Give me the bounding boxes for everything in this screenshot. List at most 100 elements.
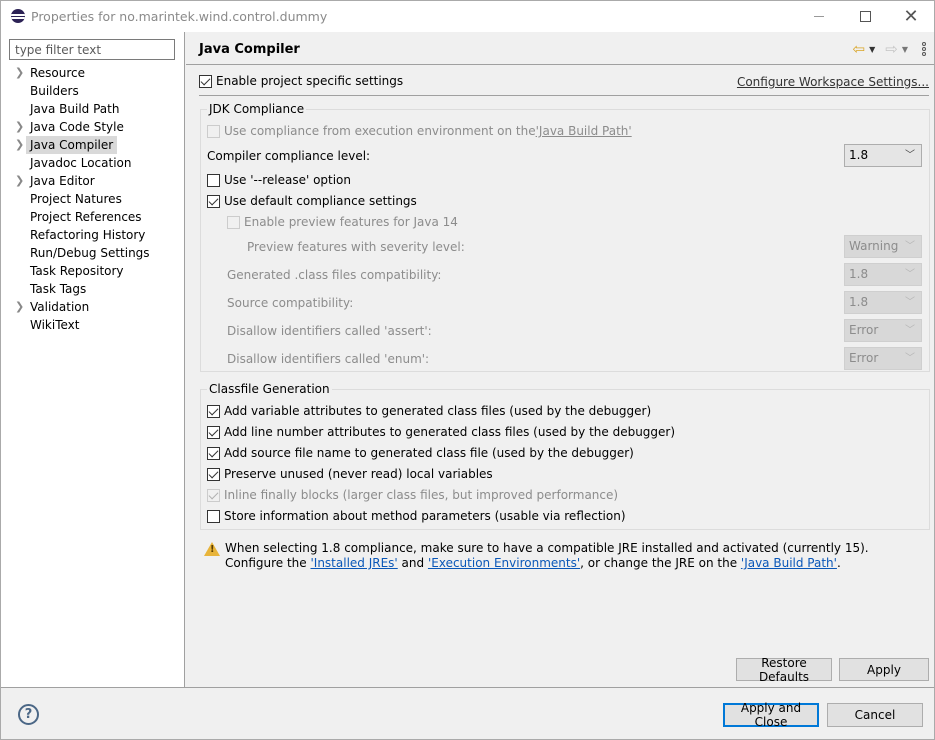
filter-input[interactable] <box>9 39 175 60</box>
chevron-down-icon: ﹀ <box>905 150 915 161</box>
help-icon[interactable]: ? <box>18 704 39 725</box>
back-arrow-icon[interactable]: ⇦ <box>853 41 866 57</box>
classfile-option-method-parameters[interactable]: Store information about method parameter… <box>207 509 626 523</box>
tree-item-label: Builders <box>30 84 79 98</box>
chevron-right-icon[interactable]: ❯ <box>15 298 25 316</box>
checkbox-label: Preserve unused (never read) local varia… <box>224 467 493 481</box>
checkbox-icon[interactable] <box>207 467 220 481</box>
compliance-level-select[interactable]: 1.8 ﹀ <box>844 144 922 167</box>
warning-icon-mark: ! <box>210 544 215 555</box>
source-compat-select[interactable]: 1.8 ﹀ <box>844 291 922 314</box>
tree-item-label: Task Tags <box>30 282 87 296</box>
checkbox-label: Add line number attributes to generated … <box>224 425 676 439</box>
classfile-option-preserve-unused[interactable]: Preserve unused (never read) local varia… <box>207 467 493 481</box>
tree-item-java-editor[interactable]: ❯ Java Editor <box>1 172 185 190</box>
tree-item-task-tags[interactable]: Task Tags <box>1 280 185 298</box>
configure-workspace-settings-link[interactable]: Configure Workspace Settings... <box>737 75 929 89</box>
tree-item-project-references[interactable]: Project References <box>1 208 185 226</box>
chevron-down-icon: ﹀ <box>905 241 915 252</box>
tree-item-resource[interactable]: ❯ Resource <box>1 64 185 82</box>
tree-item-task-repository[interactable]: Task Repository <box>1 262 185 280</box>
java-build-path-link[interactable]: 'Java Build Path' <box>741 556 837 570</box>
source-compat-label: Source compatibility: <box>227 296 354 310</box>
chevron-right-icon[interactable]: ❯ <box>15 64 25 82</box>
chevron-right-icon[interactable]: ❯ <box>15 136 25 154</box>
checkbox-label: Use compliance from execution environmen… <box>224 124 536 138</box>
tree-item-label: Java Compiler <box>26 136 118 154</box>
chevron-right-icon[interactable]: ❯ <box>15 172 25 190</box>
tree-item-javadoc-location[interactable]: Javadoc Location <box>1 154 185 172</box>
warning-text-part: , or change the JRE on the <box>580 556 741 570</box>
checkbox-icon[interactable] <box>207 509 220 523</box>
preview-severity-select[interactable]: Warning ﹀ <box>844 235 922 258</box>
disallow-enum-label: Disallow identifiers called 'enum': <box>227 352 430 366</box>
use-release-checkbox[interactable]: Use '--release' option <box>207 173 351 187</box>
tree-item-builders[interactable]: Builders <box>1 82 185 100</box>
minimize-icon <box>814 16 824 17</box>
checkbox-icon[interactable] <box>207 425 220 439</box>
warning-text: When selecting 1.8 compliance, make sure… <box>225 541 925 571</box>
checkbox-icon[interactable] <box>199 74 212 88</box>
forward-dropdown-icon[interactable]: ▼ <box>902 45 908 54</box>
tree-item-java-code-style[interactable]: ❯ Java Code Style <box>1 118 185 136</box>
classfile-option-line-number[interactable]: Add line number attributes to generated … <box>207 425 675 439</box>
jdk-compliance-group: JDK Compliance Use compliance from execu… <box>200 102 930 372</box>
checkbox-icon[interactable] <box>207 404 220 418</box>
back-dropdown-icon[interactable]: ▼ <box>869 45 875 54</box>
compliance-level-label: Compiler compliance level: <box>207 149 371 163</box>
tree-item-project-natures[interactable]: Project Natures <box>1 190 185 208</box>
disallow-enum-select[interactable]: Error ﹀ <box>844 347 922 370</box>
cancel-button[interactable]: Cancel <box>827 703 923 727</box>
tree-item-label: Java Editor <box>30 174 95 188</box>
generated-class-compat-select[interactable]: 1.8 ﹀ <box>844 263 922 286</box>
checkbox-icon[interactable] <box>227 215 240 229</box>
classfile-option-source-file-name[interactable]: Add source file name to generated class … <box>207 446 634 460</box>
checkbox-icon[interactable] <box>207 488 220 502</box>
java-build-path-link[interactable]: 'Java Build Path' <box>536 124 632 138</box>
classfile-option-variable-attributes[interactable]: Add variable attributes to generated cla… <box>207 404 651 418</box>
apply-button[interactable]: Apply <box>839 658 929 681</box>
tree-item-label: Java Build Path <box>30 102 120 116</box>
forward-arrow-icon[interactable]: ⇨ <box>885 41 898 57</box>
use-ee-compliance-checkbox[interactable]: Use compliance from execution environmen… <box>207 124 632 138</box>
checkbox-label: Use '--release' option <box>224 173 352 187</box>
tree-item-label: Validation <box>30 300 90 314</box>
tree-item-java-compiler[interactable]: ❯ Java Compiler <box>1 136 185 154</box>
apply-and-close-button[interactable]: Apply and Close <box>723 701 819 729</box>
classfile-option-inline-finally[interactable]: Inline finally blocks (larger class file… <box>207 488 618 502</box>
tree-item-run-debug-settings[interactable]: Run/Debug Settings <box>1 244 185 262</box>
checkbox-icon[interactable] <box>207 194 220 208</box>
tree-item-label: Task Repository <box>30 264 124 278</box>
tree-item-refactoring-history[interactable]: Refactoring History <box>1 226 185 244</box>
close-button[interactable]: ✕ <box>888 1 934 32</box>
tree-item-java-build-path[interactable]: Java Build Path <box>1 100 185 118</box>
checkbox-icon[interactable] <box>207 173 220 187</box>
tree-item-label: Resource <box>30 66 86 80</box>
group-title: JDK Compliance <box>207 102 307 116</box>
select-value: Warning <box>849 239 899 253</box>
chevron-right-icon[interactable]: ❯ <box>15 118 25 136</box>
tree-item-wikitext[interactable]: WikiText <box>1 316 185 334</box>
tree-item-label: Refactoring History <box>30 228 146 242</box>
view-menu-icon[interactable] <box>922 42 926 56</box>
generated-class-compat-label: Generated .class files compatibility: <box>227 268 442 282</box>
tree-item-validation[interactable]: ❯ Validation <box>1 298 185 316</box>
checkbox-label: Add source file name to generated class … <box>224 446 634 460</box>
execution-environments-link[interactable]: 'Execution Environments' <box>428 556 580 570</box>
minimize-button[interactable] <box>796 1 842 32</box>
dialog-footer: ? Apply and Close Cancel <box>1 687 934 739</box>
enable-project-settings-checkbox[interactable]: Enable project specific settings <box>199 74 403 88</box>
warning-text-part: . <box>836 556 841 570</box>
enable-preview-checkbox[interactable]: Enable preview features for Java 14 <box>227 215 458 229</box>
separator <box>199 95 929 96</box>
checkbox-icon[interactable] <box>207 124 220 138</box>
use-default-compliance-checkbox[interactable]: Use default compliance settings <box>207 194 417 208</box>
preview-severity-label: Preview features with severity level: <box>247 240 465 254</box>
disallow-assert-select[interactable]: Error ﹀ <box>844 319 922 342</box>
maximize-icon <box>859 11 871 22</box>
maximize-button[interactable] <box>842 1 888 32</box>
checkbox-icon[interactable] <box>207 446 220 460</box>
left-panel: ❯Resource Builders Java Build Path ❯Java… <box>1 32 185 687</box>
restore-defaults-button[interactable]: Restore Defaults <box>736 656 832 684</box>
installed-jres-link[interactable]: 'Installed JREs' <box>310 556 397 570</box>
